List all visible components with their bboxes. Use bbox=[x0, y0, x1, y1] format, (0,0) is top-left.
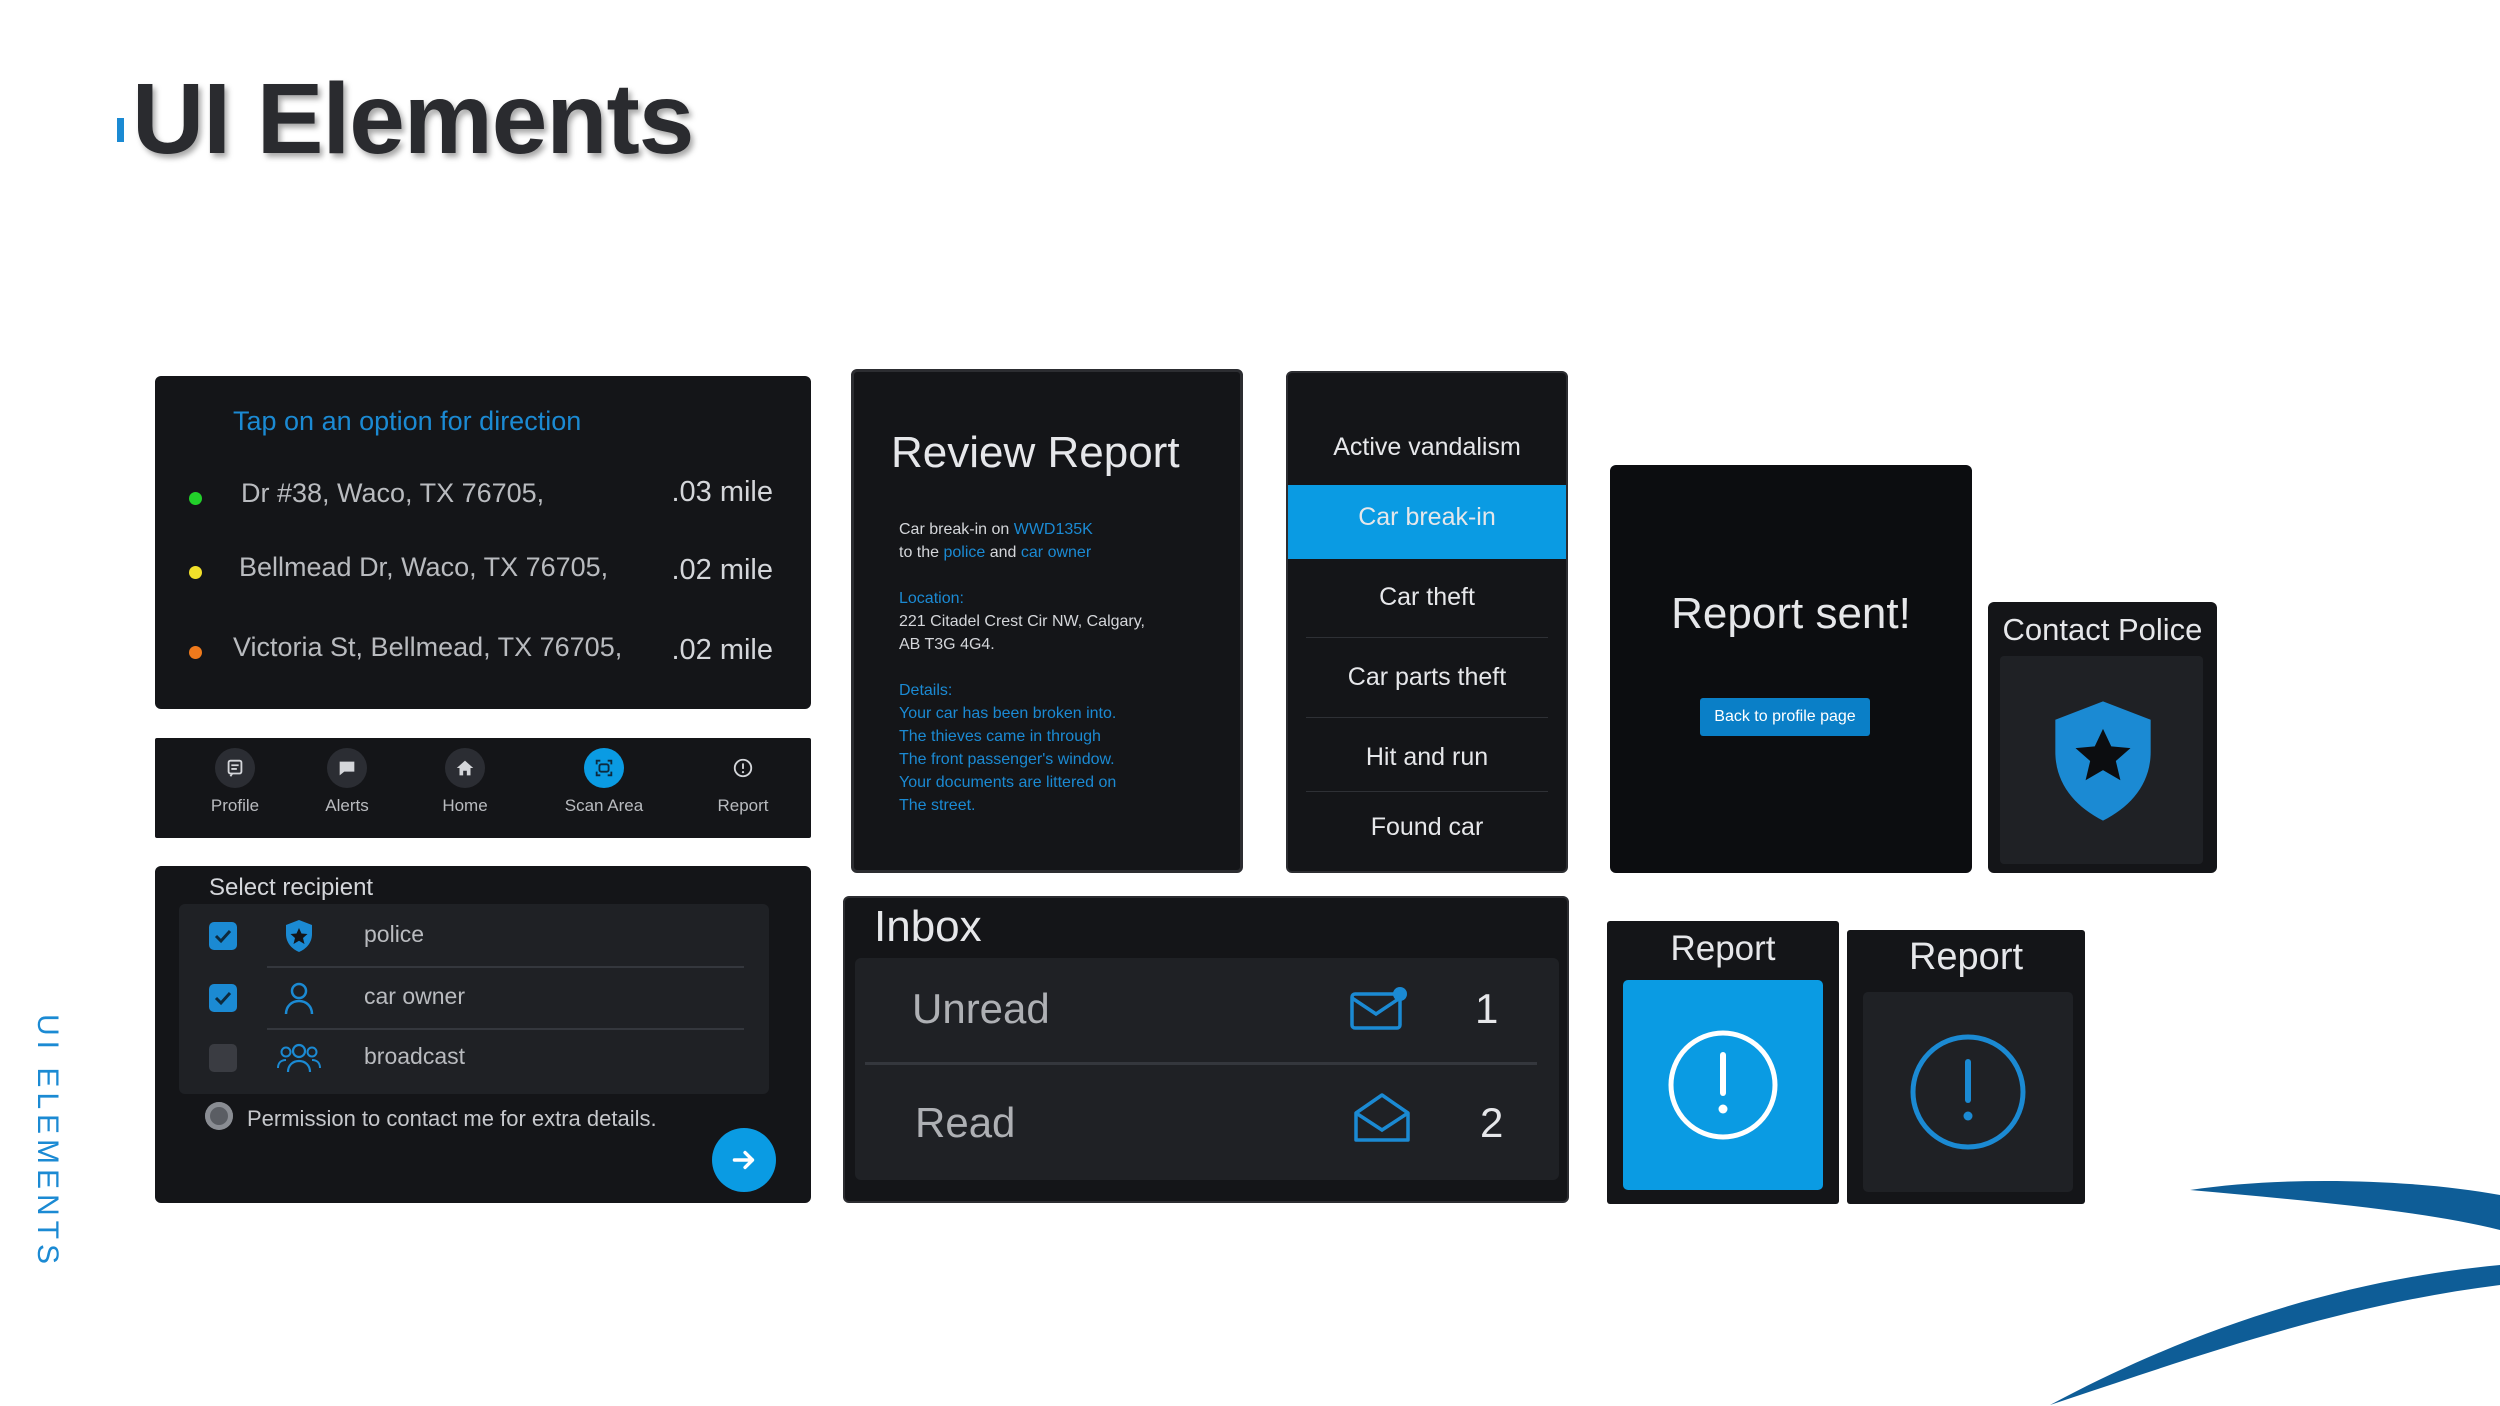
recipient-header: Select recipient bbox=[209, 874, 374, 901]
inbox-row-read[interactable]: Read 2 bbox=[855, 1065, 1559, 1180]
divider bbox=[1306, 791, 1548, 792]
chat-icon bbox=[327, 748, 367, 788]
directions-header: Tap on an option for direction bbox=[233, 406, 582, 436]
contact-police-button[interactable] bbox=[2000, 656, 2203, 864]
status-dot bbox=[189, 492, 202, 505]
nav-label: Report bbox=[717, 796, 769, 815]
decorative-swoosh bbox=[2050, 1180, 2500, 1405]
nav-label: Profile bbox=[210, 796, 260, 815]
select-recipient-panel: Select recipient police car owner broadc… bbox=[155, 866, 811, 1203]
checkbox-unchecked[interactable] bbox=[209, 1044, 237, 1072]
report-title: Report bbox=[1670, 929, 1776, 968]
bottom-nav-bar: Profile Alerts Home Scan Area Report bbox=[155, 738, 811, 838]
report-button-active[interactable] bbox=[1623, 980, 1823, 1190]
inbox-count: 2 bbox=[1480, 1099, 1504, 1146]
recipient-item-police[interactable]: police bbox=[179, 904, 769, 964]
vandalism-type-panel: Active vandalism Car break-in Car theft … bbox=[1286, 371, 1568, 873]
nav-item-report[interactable]: Report bbox=[683, 748, 803, 816]
direction-distance: .02 mile bbox=[671, 554, 773, 586]
inbox-row-unread[interactable]: Unread 1 bbox=[855, 958, 1559, 1062]
alert-circle-icon bbox=[723, 748, 763, 788]
mail-unread-icon bbox=[1350, 987, 1407, 1030]
next-button[interactable] bbox=[712, 1128, 776, 1192]
directions-panel: Tap on an option for direction Dr #38, W… bbox=[155, 376, 811, 709]
nav-item-alerts[interactable]: Alerts bbox=[287, 748, 407, 816]
shield-star-icon bbox=[2055, 701, 2151, 821]
inbox-row-label: Read bbox=[915, 1099, 1016, 1146]
direction-address: Bellmead Dr, Waco, TX 76705, bbox=[239, 552, 609, 582]
side-label: UI ELEMENTS bbox=[31, 1014, 64, 1270]
status-dot bbox=[189, 646, 202, 659]
checkbox-checked[interactable] bbox=[209, 922, 237, 950]
back-to-profile-button[interactable]: Back to profile page bbox=[1700, 698, 1870, 736]
divider bbox=[1306, 717, 1548, 718]
report-button-idle[interactable] bbox=[1863, 992, 2073, 1192]
list-item-hit-and-run[interactable]: Hit and run bbox=[1288, 743, 1566, 772]
recipient-item-car-owner[interactable]: car owner bbox=[179, 966, 769, 1026]
permission-radio[interactable] bbox=[205, 1102, 233, 1130]
shield-star-icon bbox=[286, 920, 312, 952]
alert-circle-icon bbox=[1668, 1030, 1778, 1140]
direction-distance: .02 mile bbox=[671, 634, 773, 666]
nav-item-scan-area[interactable]: Scan Area bbox=[544, 748, 664, 816]
plate-link[interactable]: WWD135K bbox=[1014, 521, 1093, 538]
group-icon bbox=[277, 1043, 321, 1073]
nav-item-home[interactable]: Home bbox=[405, 748, 525, 816]
inbox-title: Inbox bbox=[874, 902, 982, 951]
direction-item[interactable]: Dr #38, Waco, TX 76705, .03 mile bbox=[155, 476, 811, 528]
title-accent-bar bbox=[117, 118, 124, 142]
report-sent-panel: Report sent! Back to profile page bbox=[1610, 465, 1972, 873]
profile-icon bbox=[215, 748, 255, 788]
review-title: Review Report bbox=[891, 428, 1180, 477]
list-item-car-theft[interactable]: Car theft bbox=[1288, 583, 1566, 612]
direction-distance: .03 mile bbox=[671, 476, 773, 508]
page-title: UI Elements bbox=[132, 63, 694, 175]
home-icon bbox=[445, 748, 485, 788]
recipient-item-broadcast[interactable]: broadcast bbox=[179, 1026, 769, 1086]
nav-label: Scan Area bbox=[564, 796, 644, 815]
recipient-label: broadcast bbox=[364, 1043, 466, 1069]
inbox-card: Unread 1 Read 2 bbox=[855, 958, 1559, 1180]
inbox-row-label: Unread bbox=[912, 985, 1050, 1032]
list-item-car-break-in[interactable]: Car break-in bbox=[1288, 503, 1566, 532]
recipient-label: police bbox=[364, 921, 425, 947]
mail-open-icon bbox=[1354, 1093, 1410, 1142]
inbox-count: 1 bbox=[1475, 985, 1499, 1032]
checkbox-checked[interactable] bbox=[209, 984, 237, 1012]
report-sent-title: Report sent! bbox=[1671, 589, 1911, 638]
recipient-list: police car owner broadcast bbox=[179, 904, 769, 1094]
list-item-car-parts-theft[interactable]: Car parts theft bbox=[1288, 663, 1566, 692]
inbox-panel: Inbox Unread 1 Read 2 bbox=[843, 896, 1569, 1203]
report-title: Report bbox=[1908, 936, 2024, 978]
report-idle-panel: Report bbox=[1847, 930, 2085, 1204]
direction-address: Dr #38, Waco, TX 76705, bbox=[241, 478, 545, 508]
nav-label: Alerts bbox=[325, 796, 369, 815]
nav-label: Home bbox=[442, 796, 488, 815]
direction-address: Victoria St, Bellmead, TX 76705, bbox=[233, 632, 623, 662]
direction-item[interactable]: Victoria St, Bellmead, TX 76705, .02 mil… bbox=[155, 632, 811, 682]
permission-label: Permission to contact me for extra detai… bbox=[247, 1106, 657, 1131]
list-header: Active vandalism bbox=[1333, 433, 1521, 461]
recipient-label: car owner bbox=[364, 983, 465, 1009]
report-active-panel: Report bbox=[1607, 921, 1839, 1204]
review-report-panel: Review Report Car break-in on WWD135K to… bbox=[851, 369, 1243, 873]
person-icon bbox=[284, 982, 314, 1015]
direction-item[interactable]: Bellmead Dr, Waco, TX 76705, .02 mile bbox=[155, 552, 811, 602]
scan-icon bbox=[584, 748, 624, 788]
status-dot bbox=[189, 566, 202, 579]
list-item-found-car[interactable]: Found car bbox=[1288, 813, 1566, 842]
contact-police-title: Contact Police bbox=[2002, 612, 2203, 647]
contact-police-panel: Contact Police bbox=[1988, 602, 2217, 873]
nav-item-profile[interactable]: Profile bbox=[175, 748, 295, 816]
alert-circle-icon bbox=[1910, 1034, 2026, 1150]
review-body: Car break-in on WWD135K to the police an… bbox=[899, 521, 1145, 814]
arrow-right-icon bbox=[732, 1150, 755, 1170]
divider bbox=[1306, 637, 1548, 638]
